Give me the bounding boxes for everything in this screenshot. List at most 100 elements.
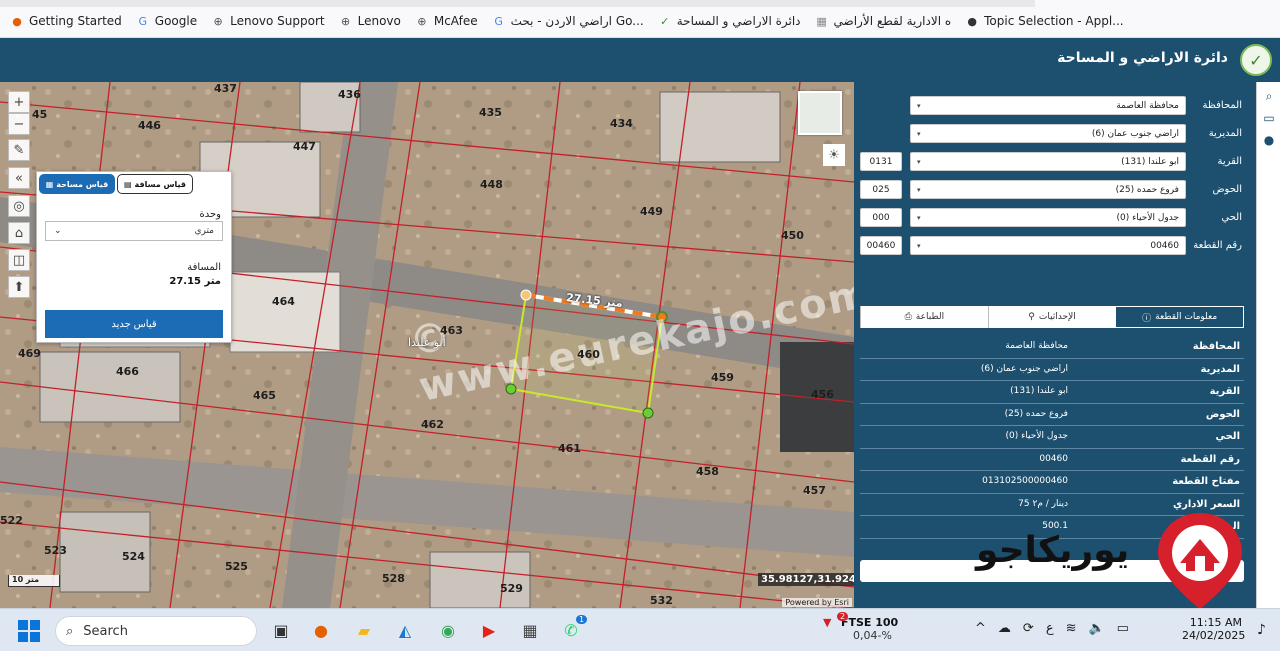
google-icon: G <box>494 14 503 28</box>
bookmark-item[interactable]: ● Getting Started <box>10 14 122 28</box>
parcel-number[interactable]: 463 <box>440 324 463 337</box>
brightness-icon[interactable]: ☀ <box>823 144 845 166</box>
sync-icon[interactable]: ⟳ <box>1023 621 1034 636</box>
task-view-icon[interactable]: ▣ <box>268 617 294 643</box>
info-key: المحافظة <box>1192 341 1240 352</box>
clock[interactable]: 11:15 AM 24/02/2025 <box>1182 616 1245 642</box>
collapse-panel-icon[interactable]: « <box>8 167 30 189</box>
parcel-number[interactable]: 459 <box>711 371 734 384</box>
field-code-input[interactable]: 025 <box>860 180 902 199</box>
parcel-number[interactable]: 456 <box>811 388 834 401</box>
parcel-number[interactable]: 450 <box>781 229 804 242</box>
zoom-out-button[interactable]: − <box>8 113 30 135</box>
location-icon[interactable]: ◎ <box>8 195 30 217</box>
field-code-input[interactable]: 0131 <box>860 152 902 171</box>
tab-coordinates[interactable]: ⚲ الإحداثيات <box>987 306 1116 328</box>
bookmark-item[interactable]: ⊕ Lenovo <box>339 14 401 28</box>
stock-widget[interactable]: ▼ 2 FTSE 100 ‎0,04-% <box>823 612 898 642</box>
parcel-number[interactable]: 449 <box>640 205 663 218</box>
parcel-number[interactable]: 458 <box>696 465 719 478</box>
bookmark-item[interactable]: ▦ ه الادارية لقطع الأراضي <box>815 14 951 28</box>
compass-icon[interactable]: ⬆ <box>8 276 30 298</box>
field-select[interactable]: ▾ ابو علندا (131) <box>910 152 1186 171</box>
parcel-number[interactable]: 524 <box>122 550 145 563</box>
language-indicator[interactable]: ع <box>1046 621 1054 636</box>
layers-icon[interactable]: ▭ <box>1261 110 1277 126</box>
bookmark-item[interactable]: G اراضي الاردن - بحث Go... <box>492 14 643 28</box>
basemap-toggle[interactable] <box>798 91 842 135</box>
parcel-number[interactable]: 447 <box>293 140 316 153</box>
parcel-number[interactable]: 461 <box>558 442 581 455</box>
parcel-number[interactable]: 525 <box>225 560 248 573</box>
tab-print[interactable]: ⎙ الطباعة <box>860 306 988 328</box>
battery-icon[interactable]: ▭ <box>1117 621 1129 636</box>
draw-tool-icon[interactable]: ✎ <box>8 139 30 161</box>
notification-bell-icon[interactable]: ♪ <box>1257 622 1266 638</box>
bookmark-item[interactable]: ● Topic Selection - Appl... <box>965 14 1123 28</box>
info-key: السعر الاداري <box>1172 498 1240 510</box>
home-icon[interactable]: ⌂ <box>8 222 30 244</box>
tab-measure-area[interactable]: ▦ قياس مساحة <box>39 174 115 194</box>
firefox-icon[interactable]: ● <box>308 617 334 643</box>
file-explorer-icon[interactable]: ▰ <box>351 617 377 643</box>
parcel-number[interactable]: 460 <box>577 348 600 361</box>
parcel-number[interactable]: 532 <box>650 594 673 607</box>
parcel-number[interactable]: 446 <box>138 119 161 132</box>
search-icon[interactable]: ⌕ <box>1261 88 1277 104</box>
parcel-number[interactable]: 523 <box>44 544 67 557</box>
parcel-number[interactable]: 434 <box>610 117 633 130</box>
parcel-number[interactable]: 45 <box>32 108 47 121</box>
tab-parcel-info[interactable]: ⓘ معلومات القطعة <box>1115 306 1245 328</box>
youtube-icon[interactable]: ▶ <box>476 617 502 643</box>
dls-logo-icon[interactable]: ✓ <box>1240 44 1272 76</box>
unit-select[interactable]: ⌄ متري <box>45 221 223 241</box>
field-code-input[interactable]: 000 <box>860 208 902 227</box>
bookmark-item[interactable]: ✓ دائرة الاراضي و المساحة <box>658 14 800 28</box>
chrome-icon[interactable]: ◉ <box>435 617 461 643</box>
parcel-number[interactable]: 462 <box>421 418 444 431</box>
map-pin-icon[interactable]: ● <box>1261 132 1277 148</box>
parcel-number[interactable]: 437 <box>214 82 237 95</box>
parcel-number[interactable]: 466 <box>116 365 139 378</box>
bookmark-item[interactable]: ⊕ McAfee <box>415 14 477 28</box>
parcel-number[interactable]: 457 <box>803 484 826 497</box>
unit-label: وحدة <box>199 209 222 220</box>
windows-start-icon[interactable] <box>18 620 40 642</box>
parcel-number[interactable]: 436 <box>338 88 361 101</box>
photos-icon[interactable]: ◭ <box>392 617 418 643</box>
field-select[interactable]: ▾ جدول الأحياء (0) <box>910 208 1186 227</box>
field-select[interactable]: ▾ اراضي جنوب عمان (6) <box>910 124 1186 143</box>
measure-icon[interactable]: ◫ <box>8 249 30 271</box>
calculator-icon[interactable]: ▦ <box>517 617 543 643</box>
parcel-number[interactable]: 528 <box>382 572 405 585</box>
tab-measure-distance[interactable]: ▤ قياس مسافة <box>117 174 193 194</box>
parcel-number[interactable]: 435 <box>479 106 502 119</box>
taskbar-search[interactable]: ⌕ Search <box>55 616 257 646</box>
field-label: القرية <box>1217 156 1242 167</box>
parcel-number[interactable]: 469 <box>18 347 41 360</box>
globe-icon: ⊕ <box>341 14 351 28</box>
wifi-icon[interactable]: ≋ <box>1066 621 1077 636</box>
field-code-input[interactable]: 00460 <box>860 236 902 255</box>
parcel-number[interactable]: 522 <box>0 514 23 527</box>
building <box>39 351 181 423</box>
field-select[interactable]: ▾ محافظة العاصمة <box>910 96 1186 115</box>
volume-icon[interactable]: 🔈 <box>1088 621 1104 636</box>
new-measure-button[interactable]: قياس جديد <box>45 310 223 338</box>
chevron-up-icon[interactable]: ^ <box>975 621 986 636</box>
bookmark-item[interactable]: ⊕ Lenovo Support <box>211 14 325 28</box>
parcel-number[interactable]: 465 <box>253 389 276 402</box>
field-select[interactable]: ▾ 00460 <box>910 236 1186 255</box>
parcel-number[interactable]: 448 <box>480 178 503 191</box>
zoom-in-button[interactable]: + <box>8 91 30 113</box>
map-view[interactable]: © www.eurekajo.com 27.15 متر أبو علندا 4… <box>0 82 854 608</box>
cloud-icon[interactable]: ☁ <box>998 621 1011 636</box>
bookmark-item[interactable]: G Google <box>136 14 198 28</box>
parcel-number[interactable]: 464 <box>272 295 295 308</box>
field-label: رقم القطعة <box>1193 240 1242 251</box>
parcel-number[interactable]: 529 <box>500 582 523 595</box>
search-icon: ⌕ <box>66 623 74 639</box>
field-select[interactable]: ▾ فروع حمده (25) <box>910 180 1186 199</box>
search-field-row: المديرية ▾ اراضي جنوب عمان (6) <box>854 124 1256 144</box>
whatsapp-badge: 1 <box>576 615 588 624</box>
